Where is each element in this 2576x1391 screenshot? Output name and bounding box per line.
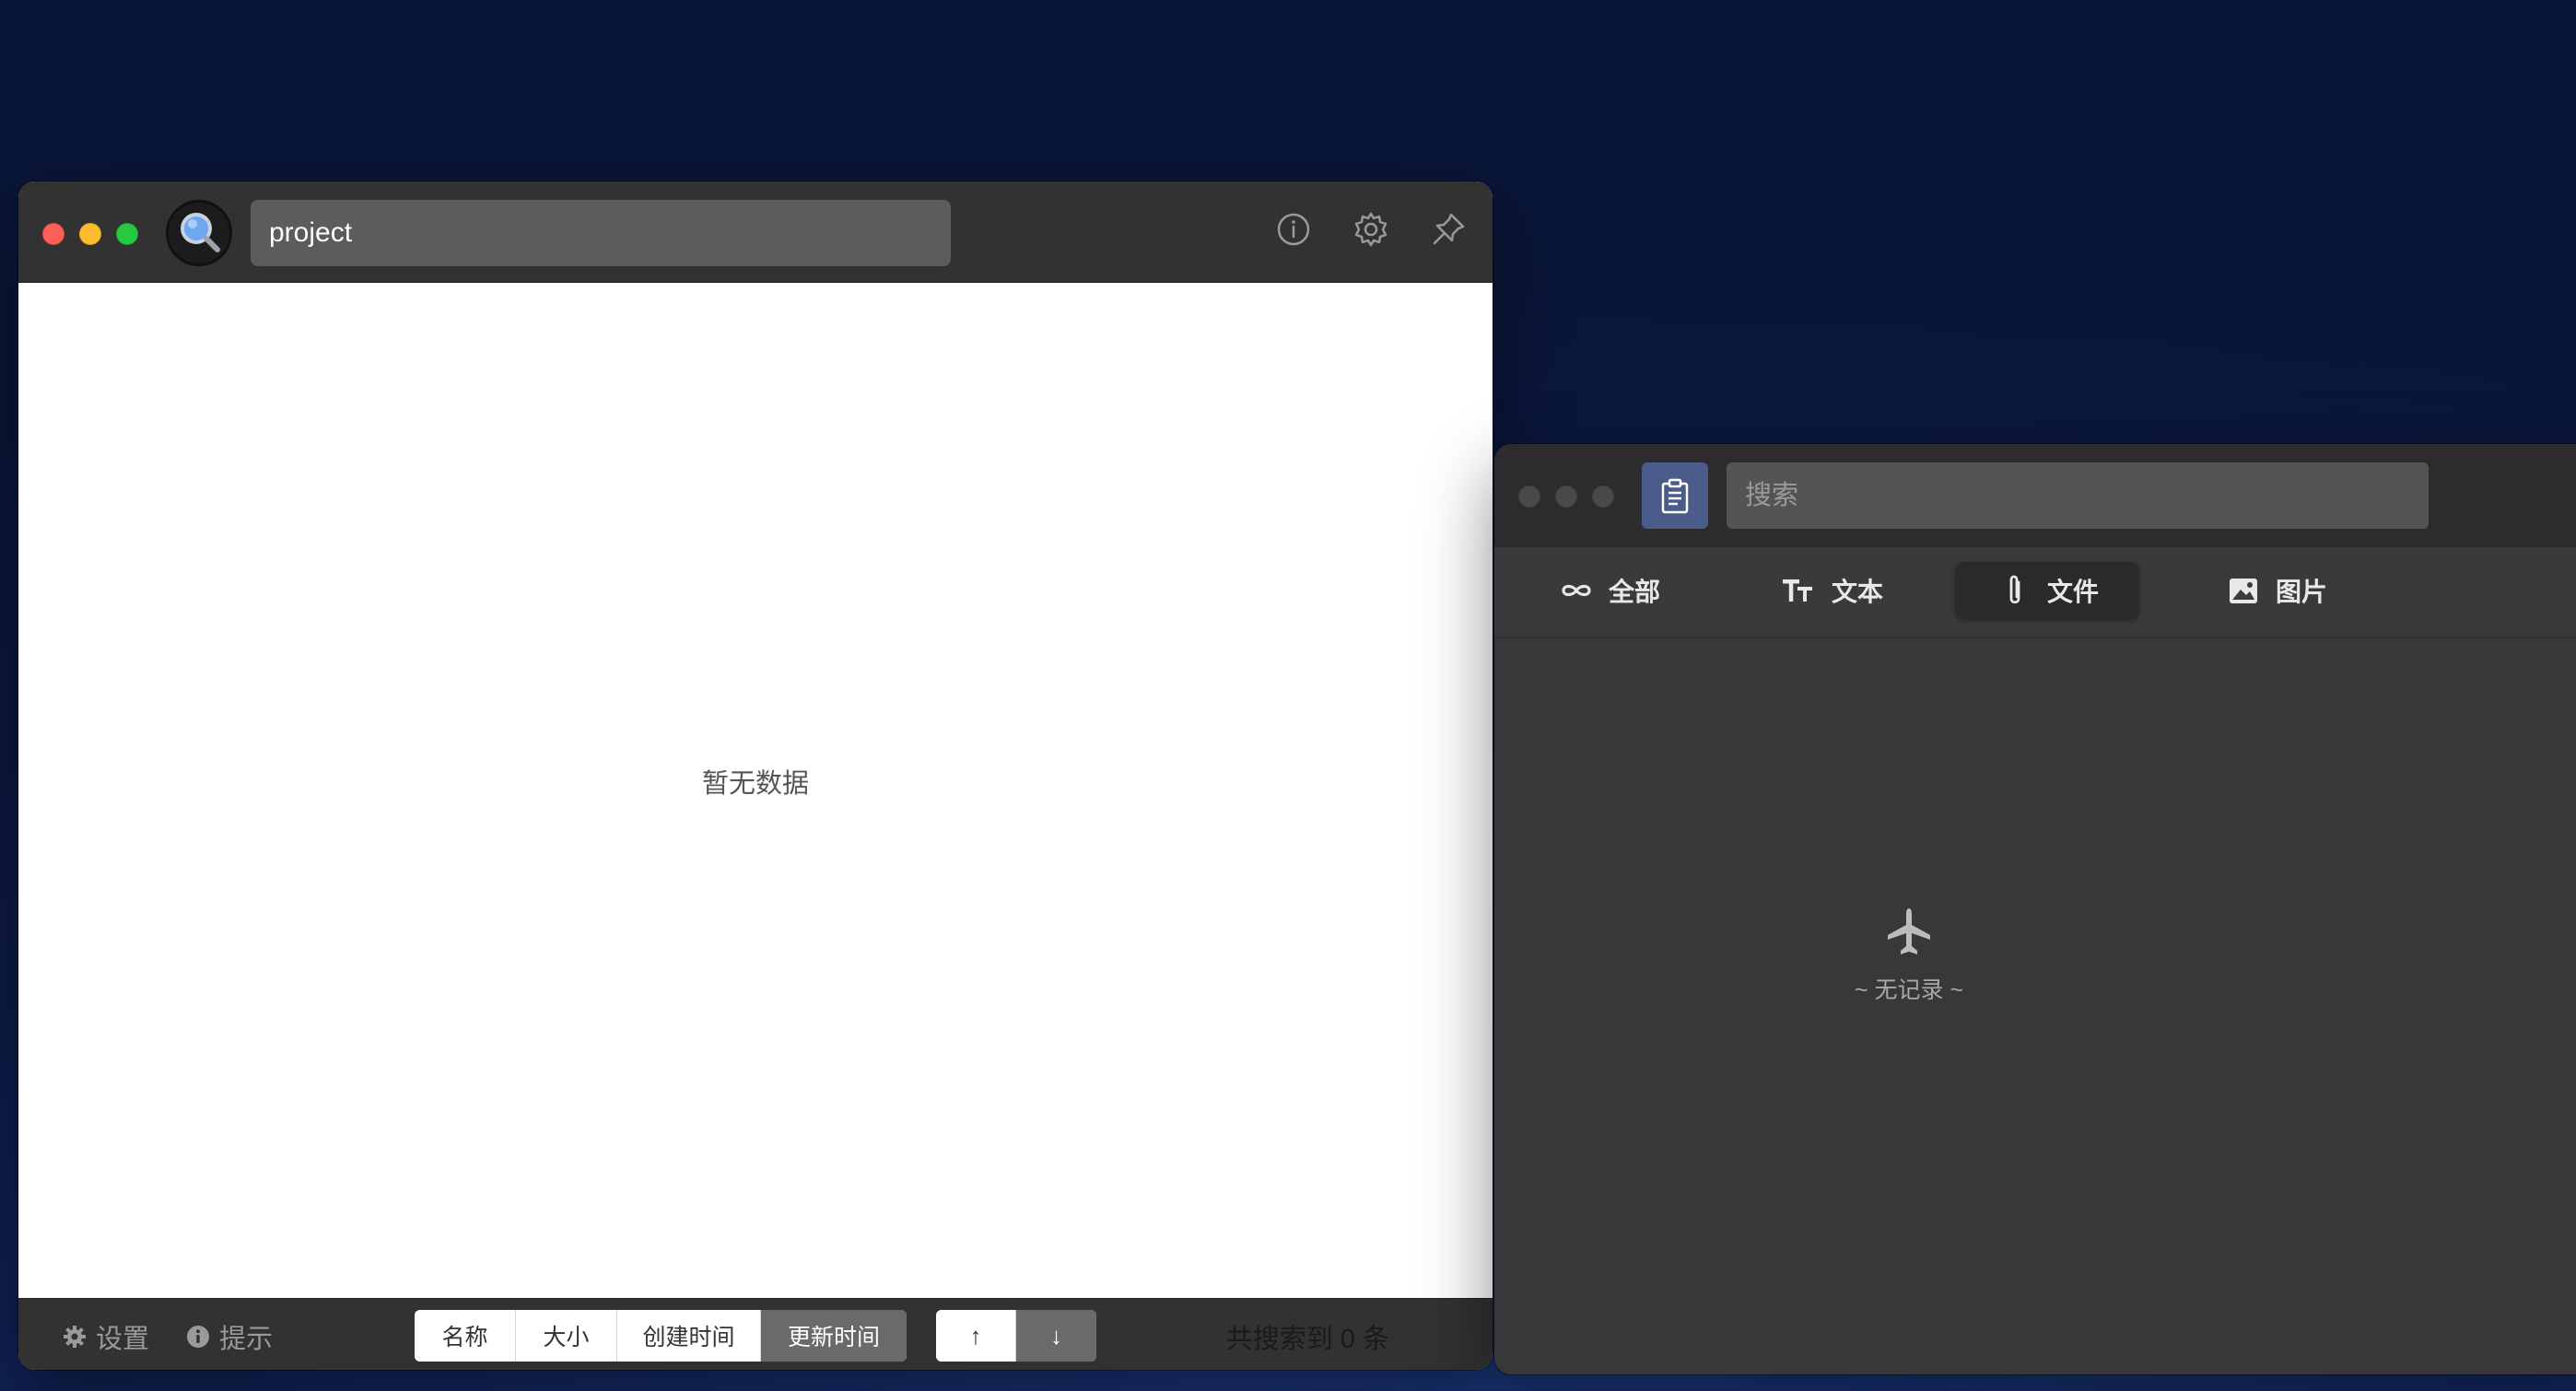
clipboard-search-input[interactable] (1727, 462, 2429, 529)
results-area: 暂无数据 (18, 283, 1493, 1298)
no-records-text: ~ 无记录 ~ (1854, 977, 1964, 1003)
settings-label: 设置 (96, 1325, 150, 1354)
tab-image-label: 图片 (2276, 578, 2328, 606)
gear-icon[interactable] (1351, 209, 1391, 250)
tips-link[interactable]: 提示 (186, 1317, 273, 1356)
tab-all[interactable]: 全部 (1535, 562, 1682, 619)
clipboard-empty-state: ~ 无记录 ~ (1494, 905, 2324, 1005)
infinity-icon (1562, 584, 1591, 597)
sort-by-updated-button[interactable]: 更新时间 (761, 1310, 907, 1362)
sort-by-name-button[interactable]: 名称 (415, 1310, 516, 1362)
magnifier-logo-icon (166, 200, 232, 266)
info-icon[interactable] (1273, 209, 1314, 250)
search-app-footer: 设置 提示 名称 大小 创建时间 更新时间 ↑ ↓ 共搜索到 0 条 (18, 1298, 1493, 1370)
minimize-window-button[interactable] (1555, 485, 1577, 508)
tab-file-label: 文件 (2046, 578, 2099, 606)
zoom-window-button[interactable] (116, 223, 138, 245)
tab-text-label: 文本 (1832, 578, 1884, 606)
search-input-value: project (269, 217, 353, 248)
zoom-window-button[interactable] (1592, 485, 1614, 508)
paperclip-icon (2009, 575, 2020, 604)
info-circle-icon (187, 1326, 209, 1348)
tips-label: 提示 (219, 1325, 274, 1354)
sort-ascending-button[interactable]: ↑ (936, 1310, 1016, 1362)
sort-by-size-button[interactable]: 大小 (516, 1310, 617, 1362)
sort-by-created-button[interactable]: 创建时间 (617, 1310, 761, 1362)
settings-gear-icon (64, 1326, 86, 1348)
tab-text[interactable]: 文本 (1758, 562, 1905, 619)
clipboard-app-titlebar (1494, 444, 2576, 547)
settings-link[interactable]: 设置 (63, 1317, 149, 1356)
clipboard-logo-icon (1642, 462, 1708, 529)
result-count: 共搜索到 0 条 (1225, 1325, 1389, 1354)
close-window-button[interactable] (1518, 485, 1540, 508)
search-app-window: project 暂无数据 设置 提示 名称 大小 创建时间 更新时间 ↑ ↓ 共… (18, 181, 1493, 1370)
tab-image[interactable]: 图片 (2202, 562, 2349, 619)
clipboard-category-tabs: 全部 文本 文件 图片 (1494, 547, 2576, 637)
text-format-icon (1783, 579, 1812, 602)
tab-file[interactable]: 文件 (1955, 562, 2139, 619)
search-app-titlebar: project (18, 181, 1493, 283)
clipboard-app-window: 全部 文本 文件 图片 (1494, 444, 2576, 1374)
empty-state-text: 暂无数据 (701, 769, 809, 799)
image-icon (2230, 579, 2257, 603)
airplane-icon (1882, 905, 1936, 958)
pin-icon[interactable] (1428, 209, 1469, 250)
sort-direction-segmented-control: ↑ ↓ (936, 1310, 1096, 1362)
tab-all-label: 全部 (1609, 578, 1661, 606)
search-input[interactable]: project (251, 200, 951, 266)
sort-descending-button[interactable]: ↓ (1016, 1310, 1096, 1362)
minimize-window-button[interactable] (79, 223, 101, 245)
close-window-button[interactable] (42, 223, 64, 245)
sort-field-segmented-control: 名称 大小 创建时间 更新时间 (415, 1310, 907, 1362)
